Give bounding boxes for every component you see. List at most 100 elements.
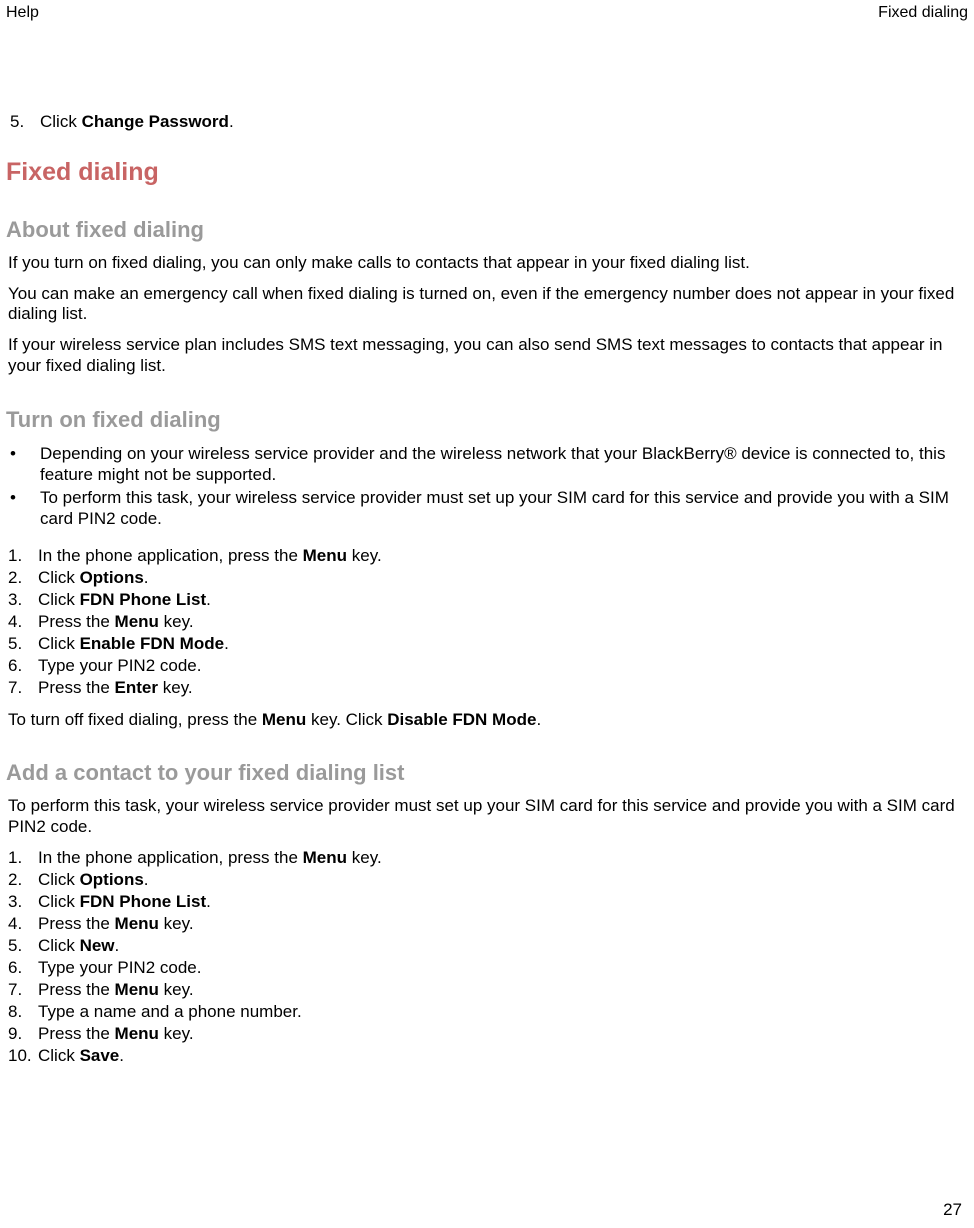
text-bold: Save bbox=[80, 1046, 120, 1065]
step-item: 9.Press the Menu key. bbox=[6, 1024, 968, 1046]
text-bold: Options bbox=[80, 568, 144, 587]
text-run: Click bbox=[40, 112, 82, 131]
text-bold: Disable FDN Mode bbox=[387, 710, 536, 729]
text-run: Click bbox=[38, 892, 80, 911]
paragraph: To perform this task, your wireless serv… bbox=[8, 796, 966, 837]
subheading-turn-on-fixed-dialing: Turn on fixed dialing bbox=[6, 407, 968, 433]
step-number: 1. bbox=[6, 848, 38, 868]
text-run: Click bbox=[38, 568, 80, 587]
bullet-text: Depending on your wireless service provi… bbox=[40, 443, 968, 486]
text-run: Type a name and a phone number. bbox=[38, 1002, 302, 1021]
text-run: In the phone application, press the bbox=[38, 546, 303, 565]
bullet-item: •Depending on your wireless service prov… bbox=[6, 443, 968, 488]
text-bold: Enter bbox=[115, 678, 158, 697]
text-bold: Options bbox=[80, 870, 144, 889]
text-run: . bbox=[206, 892, 211, 911]
text-run: key. Click bbox=[306, 710, 387, 729]
step-number: 8. bbox=[6, 1002, 38, 1022]
text-bold: Menu bbox=[262, 710, 306, 729]
step-item: 1.In the phone application, press the Me… bbox=[6, 546, 968, 568]
step-item: 8.Type a name and a phone number. bbox=[6, 1002, 968, 1024]
step-text: In the phone application, press the Menu… bbox=[38, 848, 968, 868]
step-number: 7. bbox=[6, 980, 38, 1000]
step-text: Press the Enter key. bbox=[38, 678, 968, 698]
text-bold: Change Password bbox=[82, 112, 229, 131]
step-number: 2. bbox=[6, 870, 38, 890]
text-run: Click bbox=[38, 634, 80, 653]
text-run: . bbox=[119, 1046, 124, 1065]
step-item: 4.Press the Menu key. bbox=[6, 612, 968, 634]
text-run: Type your PIN2 code. bbox=[38, 958, 201, 977]
header-right: Fixed dialing bbox=[878, 4, 968, 22]
text-run: Press the bbox=[38, 1024, 115, 1043]
step-number: 5. bbox=[6, 936, 38, 956]
text-bold: FDN Phone List bbox=[80, 590, 207, 609]
step-text: Click FDN Phone List. bbox=[38, 892, 968, 912]
text-run: key. bbox=[159, 914, 194, 933]
paragraph: If you turn on fixed dialing, you can on… bbox=[8, 253, 966, 274]
step-item: 4.Press the Menu key. bbox=[6, 914, 968, 936]
step-number: 2. bbox=[6, 568, 38, 588]
step-text: Type your PIN2 code. bbox=[38, 958, 968, 978]
text-run: Click bbox=[38, 936, 80, 955]
text-run: In the phone application, press the bbox=[38, 848, 303, 867]
step-item: 5.Click New. bbox=[6, 936, 968, 958]
text-bold: New bbox=[80, 936, 115, 955]
bullet-dot: • bbox=[6, 443, 40, 486]
text-run: key. bbox=[159, 1024, 194, 1043]
step-item: 6.Type your PIN2 code. bbox=[6, 656, 968, 678]
text-bold: Enable FDN Mode bbox=[80, 634, 225, 653]
bullet-text: To perform this task, your wireless serv… bbox=[40, 487, 968, 530]
step-number: 10. bbox=[6, 1046, 38, 1066]
step-number: 5. bbox=[10, 112, 40, 132]
step-text: Click FDN Phone List. bbox=[38, 590, 968, 610]
text-run: key. bbox=[347, 848, 382, 867]
step-text: Press the Menu key. bbox=[38, 1024, 968, 1044]
text-run: Press the bbox=[38, 914, 115, 933]
step-number: 6. bbox=[6, 656, 38, 676]
step-item: 5.Click Enable FDN Mode. bbox=[6, 634, 968, 656]
step-item: 3.Click FDN Phone List. bbox=[6, 590, 968, 612]
step-item: 1.In the phone application, press the Me… bbox=[6, 848, 968, 870]
paragraph: If your wireless service plan includes S… bbox=[8, 335, 966, 376]
step-text: Click Save. bbox=[38, 1046, 968, 1066]
text-bold: FDN Phone List bbox=[80, 892, 207, 911]
text-run: . bbox=[229, 112, 234, 131]
text-run: key. bbox=[159, 612, 194, 631]
paragraph: You can make an emergency call when fixe… bbox=[8, 284, 966, 325]
step-item: 2.Click Options. bbox=[6, 870, 968, 892]
step-text: Press the Menu key. bbox=[38, 980, 968, 1000]
text-run: key. bbox=[347, 546, 382, 565]
text-run: . bbox=[144, 870, 149, 889]
step-number: 4. bbox=[6, 612, 38, 632]
text-bold: Menu bbox=[303, 848, 347, 867]
text-run: Click bbox=[38, 1046, 80, 1065]
text-run: Press the bbox=[38, 980, 115, 999]
step-number: 7. bbox=[6, 678, 38, 698]
step-item: 6.Type your PIN2 code. bbox=[6, 958, 968, 980]
step-item: 7.Press the Menu key. bbox=[6, 980, 968, 1002]
step-number: 4. bbox=[6, 914, 38, 934]
text-run: . bbox=[206, 590, 211, 609]
text-bold: Menu bbox=[115, 914, 159, 933]
subheading-add-contact: Add a contact to your fixed dialing list bbox=[6, 760, 968, 786]
text-run: Press the bbox=[38, 612, 115, 631]
page-number: 27 bbox=[943, 1200, 962, 1220]
text-run: key. bbox=[159, 980, 194, 999]
text-run: Press the bbox=[38, 678, 115, 697]
step-number: 3. bbox=[6, 892, 38, 912]
closing-paragraph: To turn off fixed dialing, press the Men… bbox=[8, 710, 966, 731]
step-number: 9. bbox=[6, 1024, 38, 1044]
step-text: Press the Menu key. bbox=[38, 914, 968, 934]
text-run: key. bbox=[158, 678, 193, 697]
text-run: . bbox=[144, 568, 149, 587]
text-bold: Menu bbox=[303, 546, 347, 565]
text-run: Click bbox=[38, 870, 80, 889]
text-run: . bbox=[536, 710, 541, 729]
step-text: Type your PIN2 code. bbox=[38, 656, 968, 676]
bullet-dot: • bbox=[6, 487, 40, 530]
step-text: In the phone application, press the Menu… bbox=[38, 546, 968, 566]
step-number: 5. bbox=[6, 634, 38, 654]
step-item: 2.Click Options. bbox=[6, 568, 968, 590]
step-number: 3. bbox=[6, 590, 38, 610]
